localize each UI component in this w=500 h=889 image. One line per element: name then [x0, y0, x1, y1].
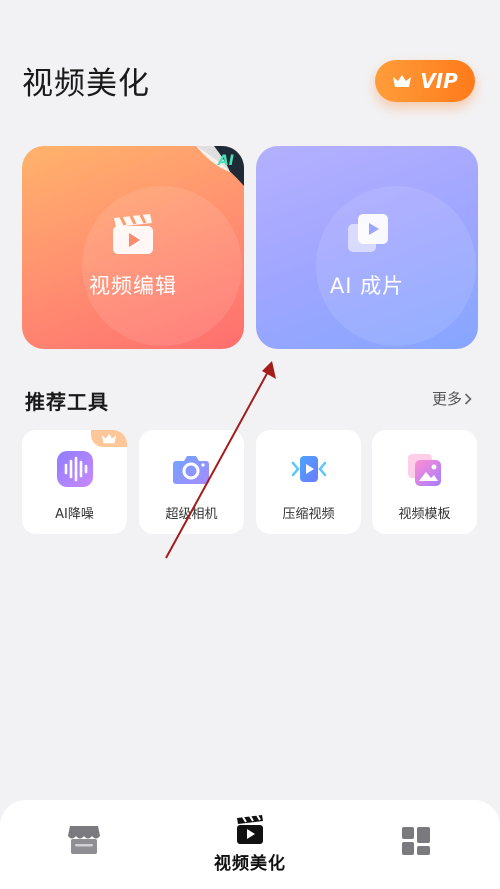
card-glow: [316, 186, 476, 346]
store-icon: [68, 826, 100, 854]
vip-label: VIP: [420, 69, 458, 93]
nav-store[interactable]: [64, 800, 104, 889]
template-icon: [408, 454, 441, 486]
tool-super-camera[interactable]: 超级相机: [139, 430, 244, 534]
tool-label: 超级相机: [165, 507, 218, 522]
nav-label: 视频美化: [214, 854, 286, 874]
tool-ai-denoise[interactable]: AI降噪: [22, 430, 127, 534]
video-clapper-icon: [237, 814, 263, 844]
clapperboard-icon: [113, 214, 153, 254]
tool-label: AI降噪: [55, 507, 94, 522]
tool-label: 视频模板: [398, 507, 451, 522]
tool-video-template[interactable]: 视频模板: [372, 430, 477, 534]
vip-button[interactable]: VIP: [375, 60, 475, 102]
crown-icon: [393, 75, 412, 87]
bottom-nav: 视频美化: [0, 800, 500, 889]
tool-compress-video[interactable]: 压缩视频: [256, 430, 361, 534]
crown-icon: [101, 433, 117, 444]
page-title: 视频美化: [22, 66, 150, 102]
more-link[interactable]: 更多: [432, 388, 472, 409]
grid-apps-icon: [402, 827, 430, 855]
chevron-right-icon: [464, 392, 472, 405]
video-edit-card[interactable]: 视频编辑 AI: [22, 146, 244, 349]
ai-badge-text: AI: [217, 153, 234, 169]
nav-video-beautify[interactable]: 视频美化: [205, 800, 295, 889]
tool-label: 压缩视频: [282, 507, 335, 522]
compress-video-icon: [291, 456, 327, 482]
nav-apps[interactable]: [397, 800, 437, 889]
card-glow: [82, 186, 242, 346]
camera-icon: [173, 456, 209, 484]
ai-badge-icon: AI: [196, 146, 244, 186]
ai-create-label: AI 成片: [329, 274, 405, 298]
soundwave-icon: [57, 451, 93, 487]
ai-create-card[interactable]: AI 成片: [256, 146, 478, 349]
video-edit-label: 视频编辑: [89, 274, 177, 298]
section-title: 推荐工具: [25, 390, 109, 414]
crown-badge: [91, 430, 127, 447]
stacked-videos-icon: [348, 214, 388, 252]
more-label: 更多: [432, 390, 463, 408]
